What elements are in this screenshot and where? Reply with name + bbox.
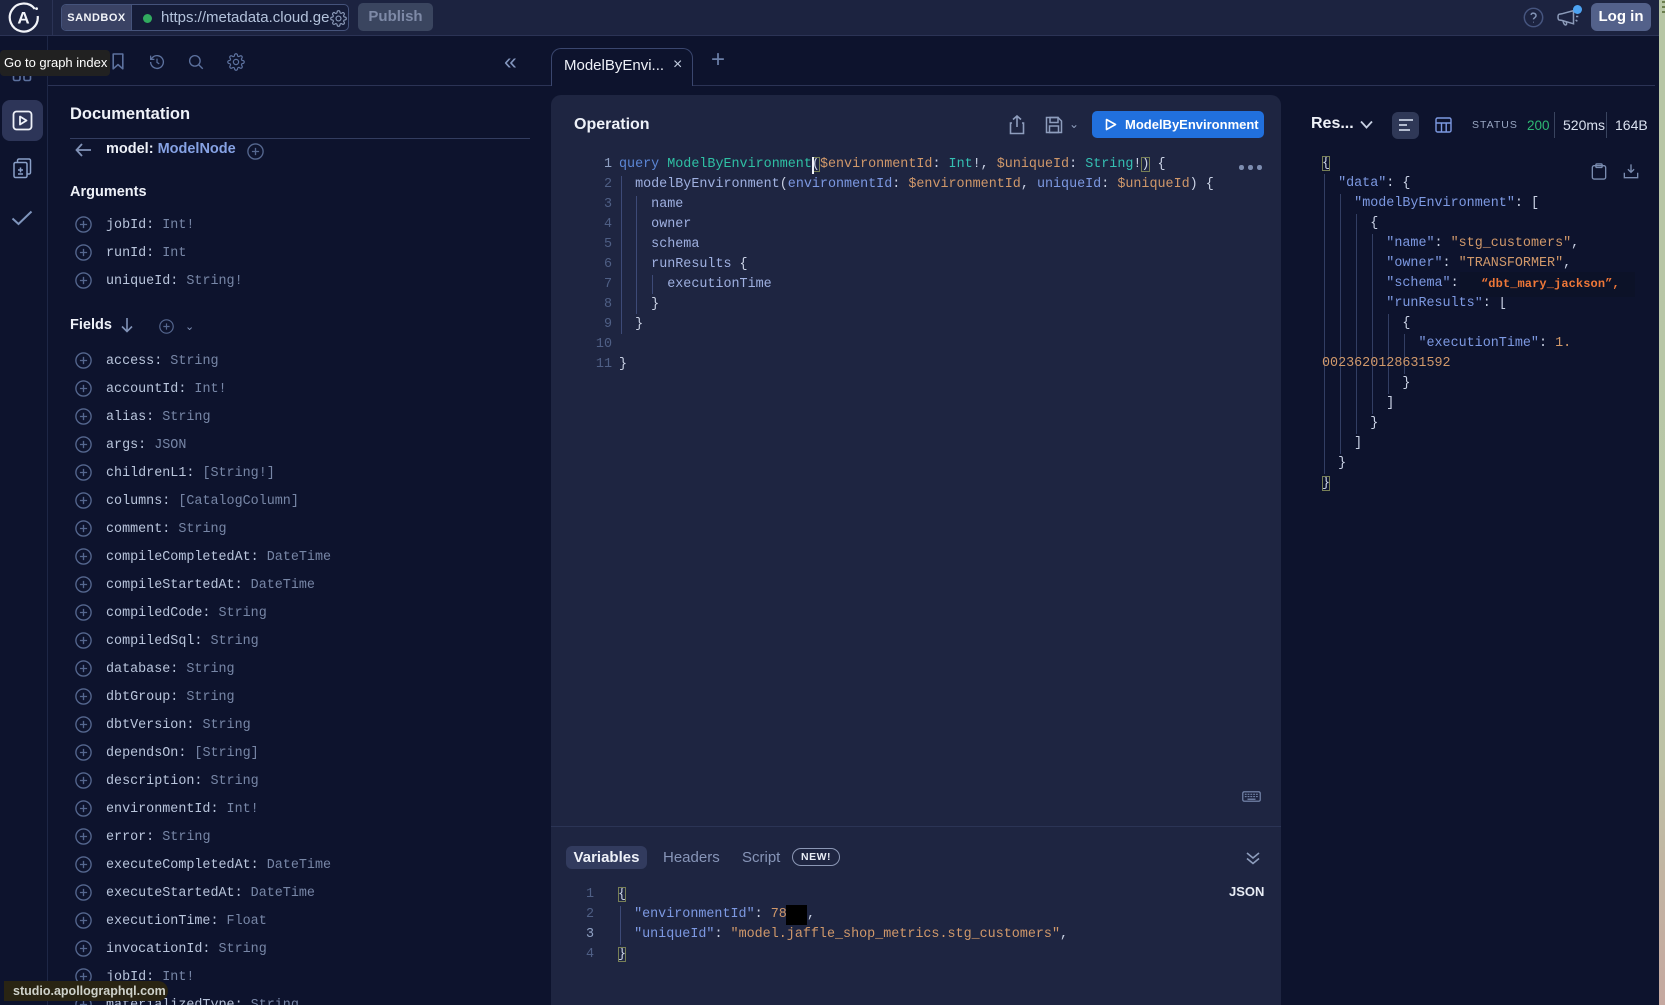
svg-text:A: A xyxy=(17,9,29,28)
